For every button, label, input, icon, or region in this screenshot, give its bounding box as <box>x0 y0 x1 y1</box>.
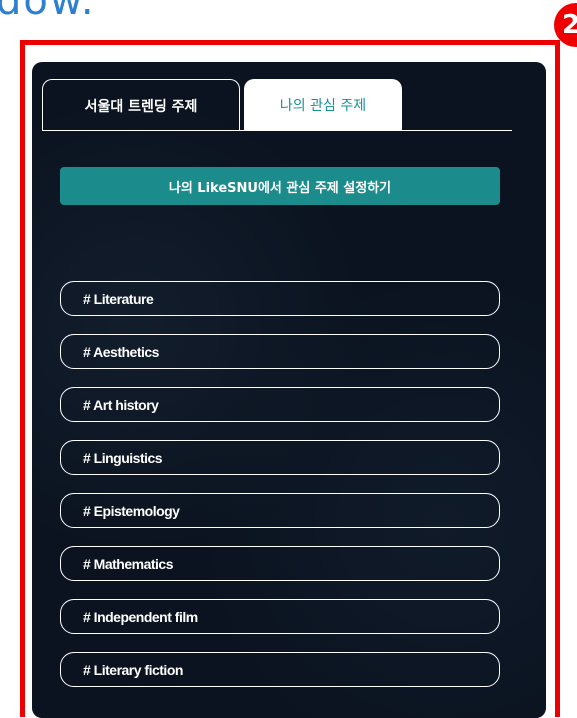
topic-list: # Literature # Aesthetics # Art history … <box>60 281 500 705</box>
topic-item[interactable]: # Mathematics <box>60 546 500 581</box>
document-caption: dow. <box>0 0 96 24</box>
topic-item[interactable]: # Literary fiction <box>60 652 500 687</box>
topic-item[interactable]: # Epistemology <box>60 493 500 528</box>
tab-my-interests[interactable]: 나의 관심 주제 <box>244 79 402 131</box>
topic-item[interactable]: # Linguistics <box>60 440 500 475</box>
interest-topics-panel: 서울대 트렌딩 주제 나의 관심 주제 나의 LikeSNU에서 관심 주제 설… <box>32 62 546 718</box>
set-interests-button[interactable]: 나의 LikeSNU에서 관심 주제 설정하기 <box>60 167 500 205</box>
tab-divider <box>42 130 512 131</box>
topic-item[interactable]: # Independent film <box>60 599 500 634</box>
tab-snu-trending[interactable]: 서울대 트렌딩 주제 <box>42 79 240 131</box>
topic-item[interactable]: # Art history <box>60 387 500 422</box>
topic-item[interactable]: # Aesthetics <box>60 334 500 369</box>
topic-item[interactable]: # Literature <box>60 281 500 316</box>
